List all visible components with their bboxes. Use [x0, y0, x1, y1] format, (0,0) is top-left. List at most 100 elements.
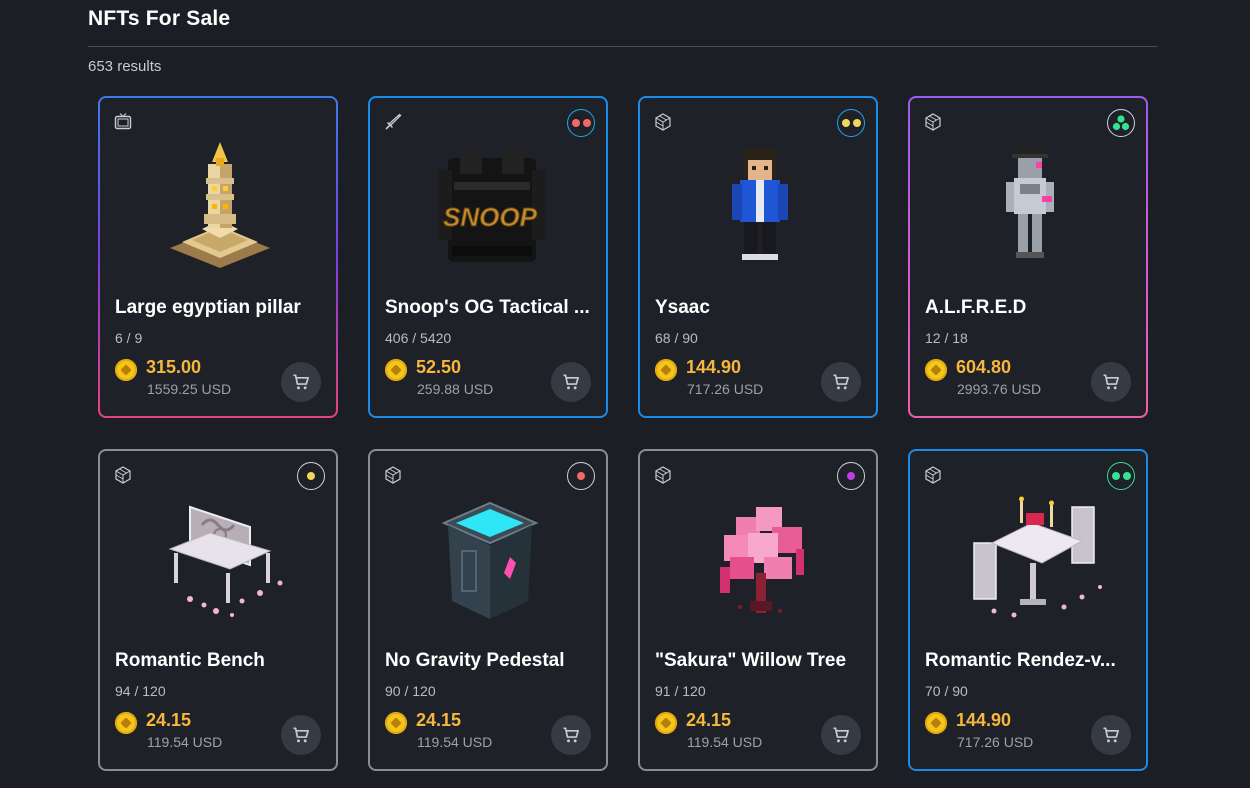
nft-price: 24.15: [416, 710, 462, 730]
cube-icon: [385, 466, 401, 484]
romantic-bench-image: [168, 505, 283, 617]
cart-icon: [293, 727, 309, 743]
nft-price: 24.15: [146, 710, 192, 730]
sakura-tree-image: [720, 507, 804, 613]
sword-icon: [385, 113, 402, 130]
nft-price: 24.15: [686, 710, 732, 730]
cart-icon: [1103, 374, 1119, 390]
rarity-badge: [837, 462, 865, 490]
add-to-cart-button[interactable]: [1091, 362, 1131, 402]
coin-icon: [115, 359, 137, 381]
nft-usd-price: 119.54 USD: [147, 734, 223, 750]
add-to-cart-button[interactable]: [1091, 715, 1131, 755]
nft-edition: 6 / 9: [115, 330, 143, 346]
nft-card[interactable]: Ysaac 68 / 90 144.90 717.26 USD: [638, 96, 878, 418]
cart-icon: [563, 374, 579, 390]
nft-name[interactable]: Romantic Bench: [115, 650, 325, 672]
rarity-dot: [841, 119, 850, 127]
rarity-dot: [307, 472, 315, 480]
rarity-dot: [1122, 472, 1131, 480]
nft-edition: 12 / 18: [925, 330, 968, 346]
nft-price: 604.80: [956, 357, 1012, 377]
nft-card[interactable]: Large egyptian pillar 6 / 9 315.00 1559.…: [98, 96, 338, 418]
nft-edition: 90 / 120: [385, 683, 436, 699]
nft-card[interactable]: Romantic Bench 94 / 120 24.15 119.54 USD: [98, 449, 338, 771]
coin-icon: [385, 712, 407, 734]
nft-name[interactable]: A.L.F.R.E.D: [925, 297, 1135, 319]
nft-usd-price: 119.54 USD: [417, 734, 493, 750]
add-to-cart-button[interactable]: [281, 715, 321, 755]
coin-icon: [925, 712, 947, 734]
add-to-cart-button[interactable]: [281, 362, 321, 402]
ysaac-avatar-image: [732, 148, 788, 260]
nft-card[interactable]: Romantic Rendez-v... 70 / 90 144.90 717.…: [908, 449, 1148, 771]
nft-edition: 68 / 90: [655, 330, 698, 346]
nft-edition: 70 / 90: [925, 683, 968, 699]
coin-icon: [655, 712, 677, 734]
nft-name[interactable]: Snoop's OG Tactical ...: [385, 297, 595, 319]
cube-icon: [925, 113, 941, 131]
cube-icon: [115, 466, 131, 484]
page-title: NFTs For Sale: [88, 7, 231, 30]
rarity-dot: [571, 119, 580, 127]
cart-icon: [833, 727, 849, 743]
rarity-dot: [577, 472, 585, 480]
nft-price: 144.90: [956, 710, 1012, 730]
rarity-dot: [582, 119, 591, 127]
rarity-dot: [1111, 472, 1120, 480]
add-to-cart-button[interactable]: [821, 362, 861, 402]
rarity-badge: [1107, 109, 1135, 137]
nft-usd-price: 119.54 USD: [687, 734, 763, 750]
coin-icon: [655, 359, 677, 381]
nft-name[interactable]: Ysaac: [655, 297, 865, 319]
rarity-badge: [837, 109, 865, 137]
rarity-dot: [852, 119, 861, 127]
nft-name[interactable]: Large egyptian pillar: [115, 297, 325, 319]
nft-name[interactable]: "Sakura" Willow Tree: [655, 650, 865, 672]
cart-icon: [1103, 727, 1119, 743]
nft-edition: 406 / 5420: [385, 330, 452, 346]
nft-usd-price: 2993.76 USD: [957, 381, 1042, 397]
results-count: 653 results: [88, 58, 162, 75]
nft-edition: 94 / 120: [115, 683, 166, 699]
alfred-robot-image: [1006, 146, 1054, 258]
rarity-dot: [847, 472, 855, 480]
nft-usd-price: 717.26 USD: [957, 734, 1034, 750]
coin-icon: [925, 359, 947, 381]
add-to-cart-button[interactable]: [551, 715, 591, 755]
tv-icon: [114, 113, 132, 130]
coin-icon: [115, 712, 137, 734]
cart-icon: [833, 374, 849, 390]
svg-text:SNOOP: SNOOP: [443, 202, 538, 232]
nft-edition: 91 / 120: [655, 683, 706, 699]
nft-card[interactable]: "Sakura" Willow Tree 91 / 120 24.15 119.…: [638, 449, 878, 771]
nft-price: 144.90: [686, 357, 742, 377]
nft-name[interactable]: No Gravity Pedestal: [385, 650, 595, 672]
nft-card[interactable]: SNOOP Snoop's OG Tactical ... 406 / 5420…: [368, 96, 608, 418]
rarity-badge: [567, 109, 595, 137]
rarity-badge: [567, 462, 595, 490]
nft-usd-price: 717.26 USD: [687, 381, 764, 397]
cube-icon: [925, 466, 941, 484]
rarity-badge: [297, 462, 325, 490]
nft-marketplace-page: NFTs For Sale 653 results Large egyptian…: [0, 0, 1250, 788]
nft-name[interactable]: Romantic Rendez-v...: [925, 650, 1135, 672]
nft-usd-price: 259.88 USD: [417, 381, 494, 397]
nft-price: 315.00: [146, 357, 202, 377]
snoop-backpack-image: SNOOP: [438, 148, 546, 262]
cart-icon: [293, 374, 309, 390]
add-to-cart-button[interactable]: [551, 362, 591, 402]
cube-icon: [655, 113, 671, 131]
nft-card[interactable]: A.L.F.R.E.D 12 / 18 604.80 2993.76 USD: [908, 96, 1148, 418]
title-divider: [88, 46, 1158, 47]
nft-usd-price: 1559.25 USD: [147, 381, 232, 397]
romantic-table-image: [973, 496, 1102, 618]
rarity-badge: [1107, 462, 1135, 490]
coin-icon: [385, 359, 407, 381]
cube-icon: [655, 466, 671, 484]
cart-icon: [563, 727, 579, 743]
nft-card[interactable]: No Gravity Pedestal 90 / 120 24.15 119.5…: [368, 449, 608, 771]
pedestal-image: [441, 501, 539, 619]
rarity-dot-cluster: [1112, 115, 1130, 131]
add-to-cart-button[interactable]: [821, 715, 861, 755]
